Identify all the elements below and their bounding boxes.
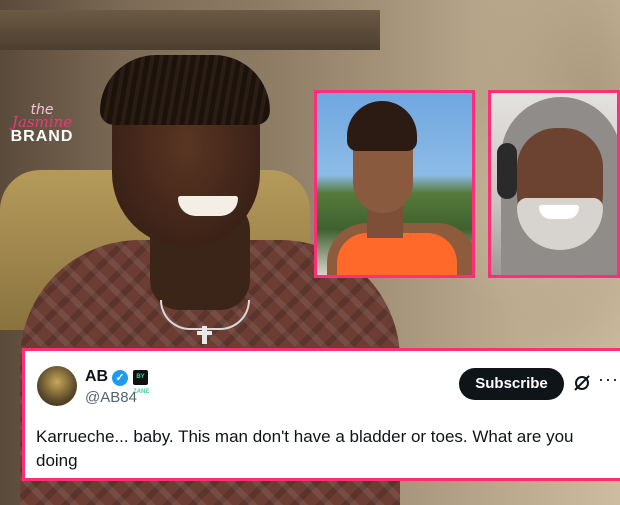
- verified-badge-icon: ✓: [112, 370, 128, 386]
- dreadlocks: [100, 55, 270, 125]
- display-name[interactable]: AB: [85, 368, 108, 386]
- tweet-card[interactable]: AB ✓ BY ZANE @AB84 Subscribe ··· Karruec…: [22, 348, 620, 481]
- cross-pendant-bar: [197, 331, 212, 335]
- headphones: [497, 143, 517, 199]
- avatar[interactable]: [37, 366, 77, 406]
- cross-pendant: [202, 326, 207, 344]
- orange-bikini: [337, 233, 457, 275]
- subscribe-button[interactable]: Subscribe: [459, 368, 564, 400]
- logo-brand: BRAND: [10, 128, 74, 145]
- more-options-icon[interactable]: ···: [598, 369, 619, 390]
- man-smile: [539, 205, 579, 219]
- smile: [178, 196, 238, 216]
- background-picture-frame: [0, 10, 380, 50]
- inset-photo-man: [488, 90, 620, 278]
- user-handle[interactable]: @AB84: [85, 389, 137, 406]
- grok-icon[interactable]: [572, 373, 592, 393]
- inset-photo-woman: [314, 90, 475, 278]
- tweet-text: Karrueche... baby. This man don't have a…: [36, 427, 574, 470]
- affiliate-badge-icon[interactable]: BY ZANE: [133, 370, 149, 395]
- woman-hair: [347, 101, 417, 151]
- site-watermark-logo: the Jasmine BRAND: [2, 103, 82, 145]
